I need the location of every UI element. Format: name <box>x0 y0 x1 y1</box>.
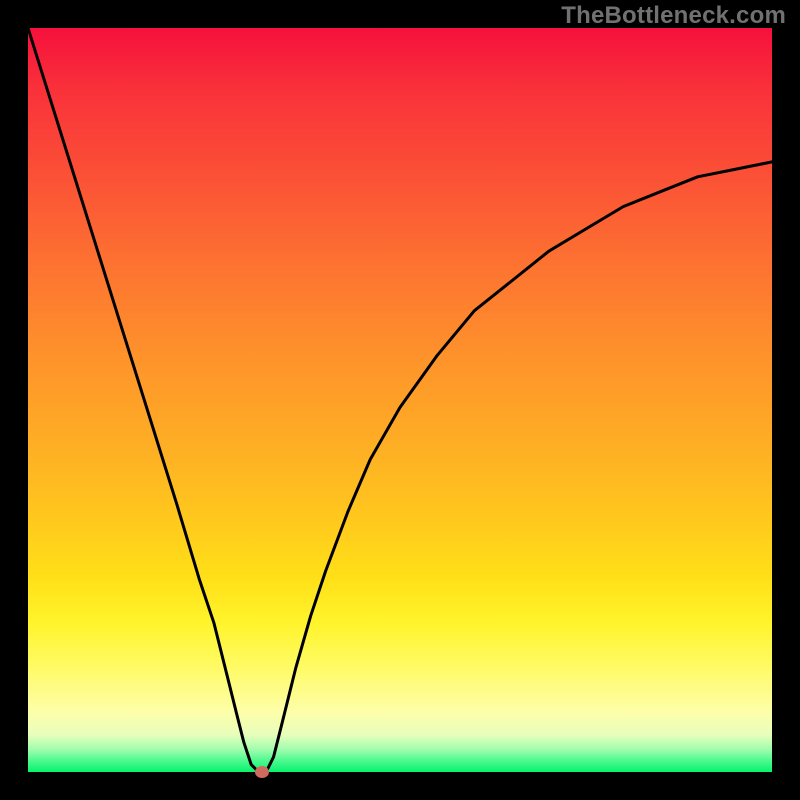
watermark-text: TheBottleneck.com <box>561 2 786 30</box>
bottleneck-curve <box>28 28 772 772</box>
chart-frame: TheBottleneck.com <box>0 0 800 800</box>
plot-area <box>28 28 772 772</box>
minimum-marker-dot <box>255 766 269 778</box>
